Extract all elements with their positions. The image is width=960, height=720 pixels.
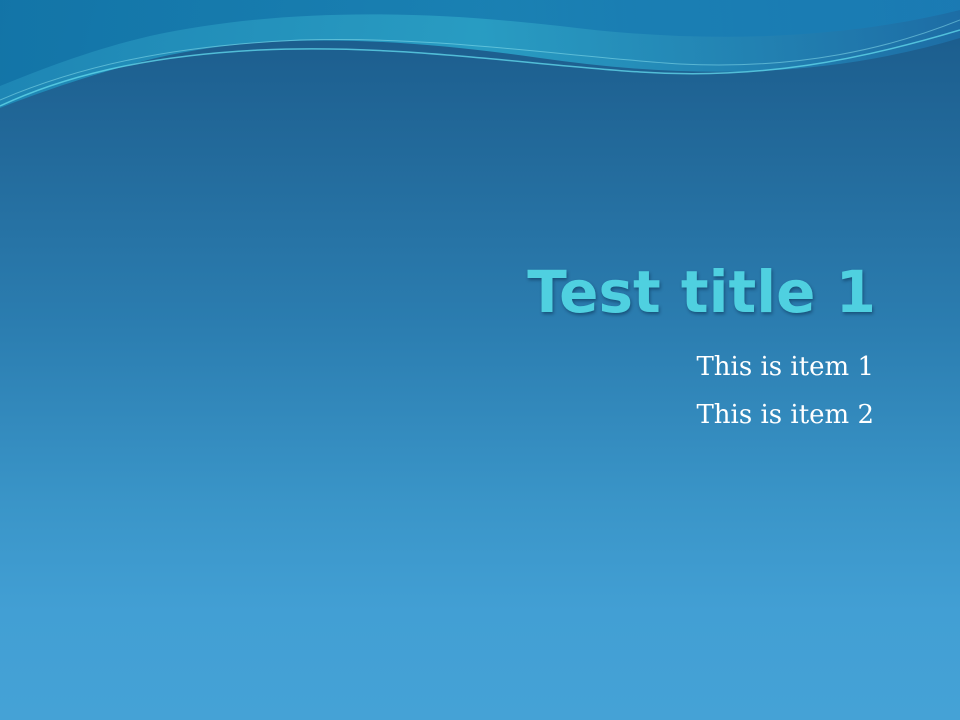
bullet-item: This is item 2	[696, 400, 874, 430]
wave-decoration	[0, 0, 960, 108]
slide-title: Test title 1	[527, 258, 876, 326]
bullet-item: This is item 1	[696, 352, 874, 382]
slide: Test title 1 This is item 1 This is item…	[0, 0, 960, 720]
bullet-list: This is item 1 This is item 2	[696, 343, 874, 439]
